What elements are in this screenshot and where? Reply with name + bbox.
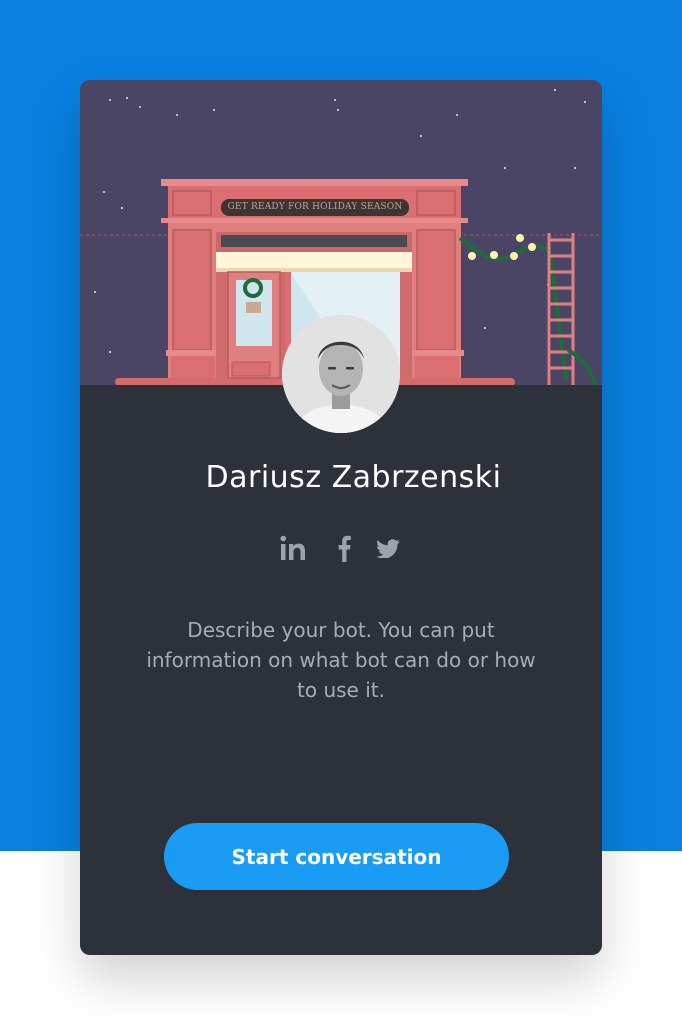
twitter-icon — [376, 539, 400, 558]
avatar — [282, 315, 400, 433]
bot-profile-card: GET READY FOR HOLIDAY SEASON Dariusz Zab… — [80, 80, 602, 955]
facebook-link[interactable] — [334, 532, 354, 564]
linkedin-link[interactable] — [278, 532, 310, 564]
portrait-photo — [282, 315, 400, 433]
social-links — [278, 532, 408, 564]
shop-sign-text: GET READY FOR HOLIDAY SEASON — [227, 202, 403, 212]
ladder — [547, 233, 575, 385]
bot-name: Dariusz Zabrzenski — [205, 460, 502, 495]
facebook-icon — [338, 535, 351, 562]
start-conversation-button[interactable]: Start conversation — [164, 823, 509, 890]
linkedin-icon — [280, 535, 305, 560]
bot-description: Describe your bot. You can put informati… — [146, 618, 536, 702]
twitter-link[interactable] — [372, 532, 404, 564]
